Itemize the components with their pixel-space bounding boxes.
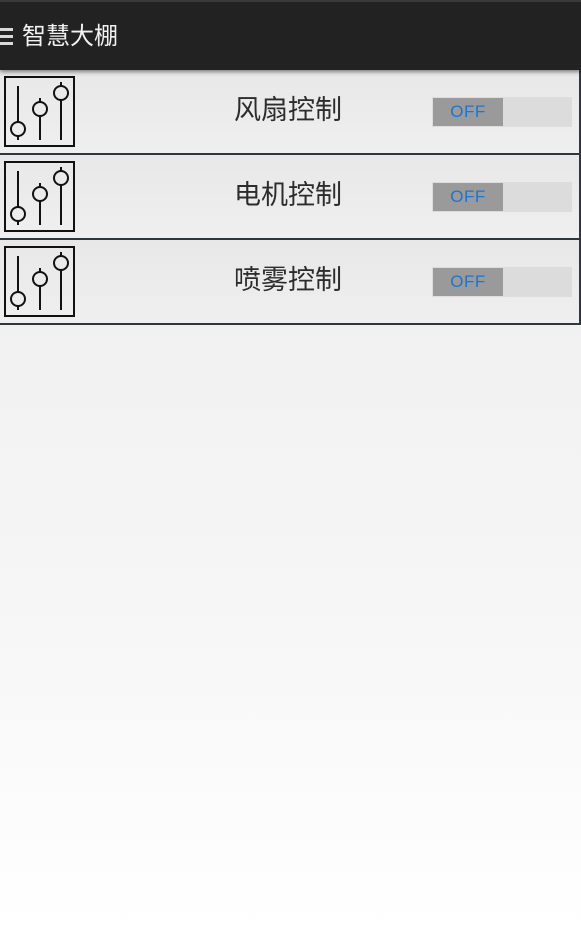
control-label: 喷雾控制 bbox=[234, 265, 342, 296]
motor-toggle-switch[interactable]: OFF bbox=[432, 182, 572, 212]
toggle-state: OFF bbox=[450, 102, 486, 121]
sliders-icon bbox=[4, 76, 76, 148]
toggle-thumb: OFF bbox=[433, 98, 503, 126]
toggle-state: OFF bbox=[450, 272, 486, 291]
sliders-icon bbox=[4, 161, 76, 233]
sliders-icon bbox=[4, 246, 76, 318]
toggle-thumb: OFF bbox=[433, 183, 503, 211]
control-row-motor: 电机控制 OFF bbox=[0, 155, 581, 240]
control-label: 风扇控制 bbox=[234, 95, 342, 126]
spray-toggle-switch[interactable]: OFF bbox=[432, 267, 572, 297]
app-title: 智慧大棚 bbox=[22, 22, 118, 50]
fan-toggle-switch[interactable]: OFF bbox=[432, 97, 572, 127]
hamburger-menu-icon[interactable] bbox=[0, 27, 13, 45]
toggle-thumb: OFF bbox=[433, 268, 503, 296]
control-row-spray: 喷雾控制 OFF bbox=[0, 240, 581, 325]
control-row-fan: 风扇控制 OFF bbox=[0, 70, 581, 155]
app-toolbar: 智慧大棚 bbox=[0, 0, 581, 70]
control-list: 风扇控制 OFF 电机控制 OFF 喷雾控制 OFF bbox=[0, 70, 581, 325]
toggle-state: OFF bbox=[450, 187, 486, 206]
control-label: 电机控制 bbox=[234, 180, 342, 211]
